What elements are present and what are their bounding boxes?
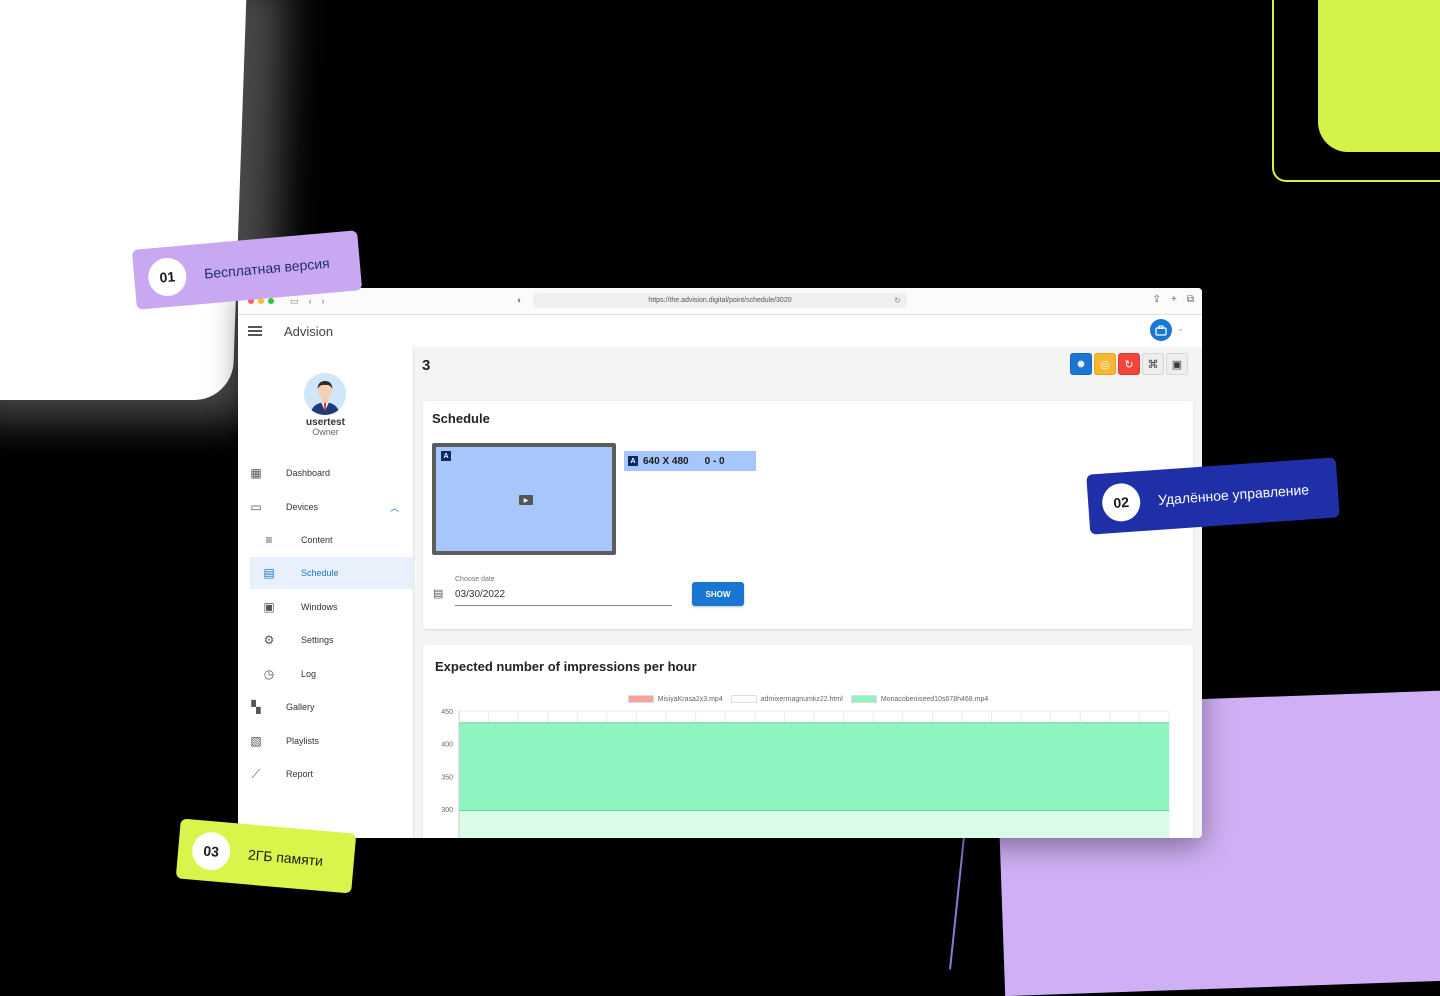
tag-text: Удалённое управление [1157, 481, 1310, 508]
sidebar-item-devices[interactable]: ▭ Devices ︿ [238, 491, 413, 523]
tag-number: 03 [190, 830, 232, 872]
sidebar-item-label: Report [286, 769, 314, 779]
schedule-title: Schedule [432, 411, 490, 426]
browser-window: ▭ ‹ › ◐ https://the.advision.digital/poi… [238, 288, 1202, 838]
calendar-icon[interactable]: ▤ [433, 587, 443, 600]
reload-icon[interactable]: ↻ [894, 296, 901, 305]
offset-value: 0 - 0 [704, 455, 725, 467]
date-field[interactable]: 03/30/2022 [455, 589, 505, 600]
tag-number: 02 [1100, 482, 1142, 523]
sidebar-item-schedule[interactable]: ▤ Schedule [250, 557, 413, 589]
sidebar-item-report[interactable]: ⟋ Report [238, 758, 413, 790]
log-icon: ◷ [263, 667, 275, 681]
date-field-label: Choose date [455, 576, 495, 583]
resolution-value: 640 X 480 [643, 455, 689, 467]
impressions-chart-card: Expected number of impressions per hour … [423, 645, 1193, 838]
sidebar-item-label: Playlists [286, 736, 320, 746]
sidebar-item-settings[interactable]: ⚙ Settings [238, 624, 413, 656]
sidebar-item-content[interactable]: ≡ Content [238, 524, 413, 556]
screen-badge: A [441, 451, 451, 461]
tabs-overview-icon[interactable]: ⧉ [1187, 294, 1194, 305]
tag-text: 2ГБ памяти [247, 846, 324, 869]
list-icon: ≡ [265, 533, 273, 547]
terminal-icon: ▣ [1171, 358, 1183, 371]
user-role: Owner [312, 427, 339, 437]
sidebar-item-label: Log [301, 669, 317, 679]
sidebar-item-label: Schedule [301, 568, 339, 578]
windows-icon: ▣ [263, 600, 275, 614]
sidebar: usertest Owner ▦ Dashboard ▭ Devices ︿ ≡… [238, 347, 414, 838]
tag-number: 01 [146, 256, 188, 298]
y-tick-label: 350 [441, 774, 453, 781]
browser-toolbar: ▭ ‹ › ◐ https://the.advision.digital/poi… [238, 288, 1202, 315]
address-bar[interactable]: https://the.advision.digital/point/sched… [533, 293, 907, 308]
monitor-icon: ▭ [250, 500, 262, 514]
shield-icon: ◐ [517, 295, 523, 305]
gear-icon: ⚙ [263, 633, 275, 647]
command-button[interactable]: ⌘ [1142, 353, 1164, 375]
screen-preview[interactable]: A ▶ [432, 443, 616, 555]
page-title: 3 [422, 357, 431, 374]
maximize-window-button[interactable] [268, 298, 274, 304]
brightness-icon: ✹ [1076, 358, 1086, 371]
avatar[interactable] [304, 373, 346, 415]
calendar-icon: ▤ [263, 566, 275, 580]
sidebar-item-label: Gallery [286, 702, 315, 712]
back-icon[interactable]: ‹ [309, 296, 312, 307]
sidebar-item-gallery[interactable]: ▚ Gallery [238, 691, 413, 723]
show-button[interactable]: SHOW [692, 582, 744, 606]
sidebar-item-windows[interactable]: ▣ Windows [238, 591, 413, 623]
resolution-chip[interactable]: A 640 X 480 0 - 0 [624, 451, 756, 471]
sidebar-item-label: Content [301, 535, 333, 545]
device-actions: ✹ ◎ ↻ ⌘ ▣ [1070, 353, 1188, 375]
dashboard-icon: ▦ [250, 466, 262, 480]
brightness-button[interactable]: ✹ [1070, 353, 1092, 375]
playlist-icon: ▧ [250, 734, 262, 748]
series-area-monacobeniseed [459, 722, 1169, 811]
user-avatar-icon [304, 373, 346, 415]
sidebar-item-label: Devices [286, 502, 319, 512]
new-tab-icon[interactable]: + [1171, 294, 1177, 305]
tag-text: Бесплатная версия [203, 254, 331, 282]
sidebar-item-dashboard[interactable]: ▦ Dashboard [238, 457, 413, 489]
url-text: https://the.advision.digital/point/sched… [648, 297, 792, 304]
browser-actions: ⇪ + ⧉ [1153, 294, 1194, 305]
sidebar-item-playlists[interactable]: ▧ Playlists [238, 725, 413, 757]
share-icon[interactable]: ⇪ [1153, 294, 1161, 305]
browser-nav-icons: ▭ ‹ › [290, 296, 325, 307]
briefcase-icon [1155, 324, 1167, 336]
sidebar-item-label: Settings [301, 635, 334, 645]
menu-icon[interactable] [248, 324, 262, 339]
terminal-button[interactable]: ▣ [1166, 353, 1188, 375]
chevron-down-icon[interactable]: ⌄ [1177, 324, 1184, 333]
chart-icon: ⟋ [251, 766, 261, 781]
background-lime-shape [1318, 0, 1440, 152]
schedule-card: Schedule A ▶ A 640 X 480 0 - 0 ▤ Choose … [423, 401, 1193, 629]
account-button[interactable] [1150, 319, 1172, 341]
app-title: Advision [284, 323, 334, 339]
forward-icon[interactable]: › [322, 296, 325, 307]
y-tick-label: 400 [441, 742, 453, 749]
main-content: 3 ✹ ◎ ↻ ⌘ ▣ Schedule A ▶ A 640 X 480 0 -… [414, 347, 1202, 838]
sync-button[interactable]: ◎ [1094, 353, 1116, 375]
y-tick-label: 450 [441, 709, 453, 716]
background-white-shape [0, 0, 248, 400]
restart-button[interactable]: ↻ [1118, 353, 1140, 375]
video-play-icon: ▶ [519, 495, 533, 505]
sync-icon: ◎ [1100, 358, 1110, 371]
chevron-up-icon[interactable]: ︿ [390, 501, 399, 514]
impressions-chart: 450400350300250 [441, 709, 1170, 838]
sidebar-item-label: Windows [301, 602, 338, 612]
sidebar-item-label: Dashboard [286, 468, 331, 478]
command-icon: ⌘ [1147, 358, 1159, 371]
sidebar-toggle-icon[interactable]: ▭ [290, 296, 299, 307]
gallery-icon: ▚ [251, 700, 261, 714]
app-header: Advision ⌄ [238, 315, 1202, 348]
restart-icon: ↻ [1124, 358, 1134, 371]
sidebar-item-log[interactable]: ◷ Log [238, 658, 413, 690]
screen-badge: A [628, 456, 638, 466]
date-field-underline [455, 605, 672, 606]
y-tick-label: 300 [441, 807, 453, 814]
lower-band-area [459, 810, 1169, 838]
